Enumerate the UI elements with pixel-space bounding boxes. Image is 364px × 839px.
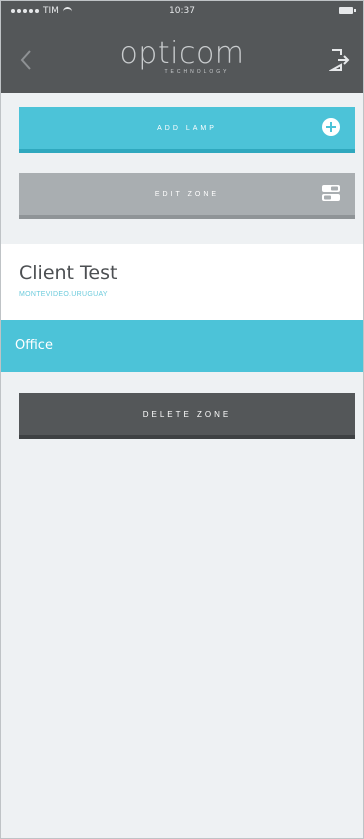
status-bar: TIM 10:37 <box>1 1 363 23</box>
logout-button[interactable] <box>328 47 351 73</box>
delete-zone-label: DELETE ZONE <box>142 409 232 419</box>
logo-wordmark: opticom <box>119 36 245 71</box>
battery-icon <box>339 7 356 14</box>
logout-icon <box>328 49 350 71</box>
zone-name: Office <box>15 338 53 353</box>
delete-zone-button[interactable]: DELETE ZONE <box>19 393 355 439</box>
client-address: MONTEVIDEO.URUGUAY <box>19 291 108 298</box>
zone-item-office[interactable]: Office <box>1 320 363 372</box>
add-lamp-label: ADD LAMP <box>157 124 217 132</box>
plus-circle-icon <box>321 117 341 139</box>
app-screen: TIM 10:37 opticom TECHNOLOGY ADD LAMP ED… <box>0 0 364 839</box>
header-bar: TIM 10:37 opticom TECHNOLOGY <box>1 1 363 93</box>
add-lamp-button[interactable]: ADD LAMP <box>19 107 355 153</box>
client-name: Client Test <box>19 262 118 284</box>
logo-tagline: TECHNOLOGY <box>164 69 230 75</box>
toggle-icon <box>321 183 341 205</box>
client-info-panel: Client Test MONTEVIDEO.URUGUAY <box>1 244 363 320</box>
status-time: 10:37 <box>169 6 195 16</box>
edit-zone-label: EDIT ZONE <box>154 190 220 198</box>
app-logo: opticom TECHNOLOGY <box>1 36 363 76</box>
edit-zone-button[interactable]: EDIT ZONE <box>19 173 355 219</box>
